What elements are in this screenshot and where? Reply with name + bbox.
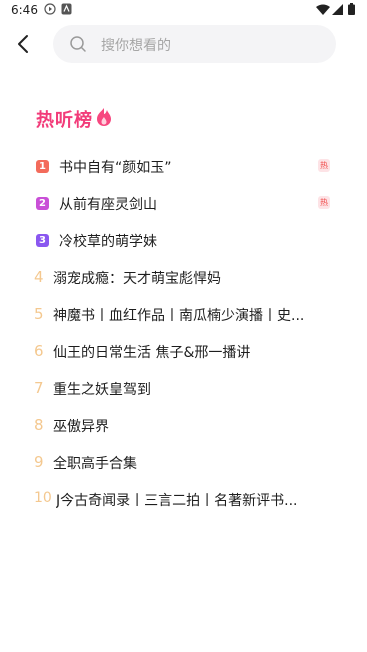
book-title: 冷校草的萌学妹: [59, 234, 157, 250]
book-title: 巫傲异界: [53, 419, 109, 435]
list-item[interactable]: 7 重生之妖皇驾到: [0, 370, 367, 407]
back-button[interactable]: [12, 31, 36, 57]
hot-tag: 热: [318, 159, 330, 172]
list-item[interactable]: 10 J今古奇闻录丨三言二拍丨名著新评书...: [0, 481, 367, 518]
book-title: 溺宠成瘾：天才萌宝彪悍妈: [53, 271, 221, 287]
list-item[interactable]: 5 神魔书丨血红作品丨南瓜楠少演播丨史...: [0, 296, 367, 333]
flame-icon: [97, 108, 111, 126]
rank-number: 7: [34, 379, 44, 397]
rank-number: 8: [34, 416, 44, 434]
rank-badge: 3: [36, 234, 49, 247]
search-input[interactable]: 搜你想看的: [101, 35, 171, 55]
rank-number: 9: [34, 453, 44, 471]
signal-icon: [332, 4, 343, 18]
list-item[interactable]: 2 从前有座灵剑山 热: [0, 185, 367, 222]
battery-icon: [348, 3, 355, 18]
book-title: 全职高手合集: [53, 456, 137, 472]
search-icon: [70, 36, 86, 52]
rank-badge: 1: [36, 160, 49, 173]
book-title: 书中自有“颜如玉”: [59, 160, 172, 176]
status-time: 6:46: [11, 3, 38, 17]
hot-tag: 热: [318, 196, 330, 209]
rank-number: 10: [34, 490, 52, 506]
hot-list-title: 热听榜: [36, 110, 93, 131]
list-item[interactable]: 6 仙王的日常生活 焦子&邢一播讲: [0, 333, 367, 370]
rank-number: 4: [34, 268, 44, 286]
book-title: 仙王的日常生活 焦子&邢一播讲: [53, 345, 251, 361]
app-notification-icon: [61, 3, 72, 18]
book-title: 重生之妖皇驾到: [53, 382, 151, 398]
book-title: J今古奇闻录丨三言二拍丨名著新评书...: [56, 493, 298, 509]
rank-number: 5: [34, 305, 44, 323]
media-play-icon: [44, 3, 56, 18]
list-item[interactable]: 1 书中自有“颜如玉” 热: [0, 148, 367, 185]
top-bar: 搜你想看的: [0, 22, 367, 66]
list-item[interactable]: 9 全职高手合集: [0, 444, 367, 481]
search-box[interactable]: 搜你想看的: [53, 25, 336, 63]
rank-number: 6: [34, 342, 44, 360]
list-item[interactable]: 8 巫傲异界: [0, 407, 367, 444]
list-item[interactable]: 4 溺宠成瘾：天才萌宝彪悍妈: [0, 259, 367, 296]
wifi-icon: [316, 4, 330, 18]
list-item[interactable]: 3 冷校草的萌学妹: [0, 222, 367, 259]
book-title: 神魔书丨血红作品丨南瓜楠少演播丨史...: [53, 308, 305, 324]
back-arrow-icon: [18, 35, 28, 53]
rank-badge: 2: [36, 197, 49, 210]
book-title: 从前有座灵剑山: [59, 197, 157, 213]
status-bar: 6:46: [0, 0, 367, 22]
